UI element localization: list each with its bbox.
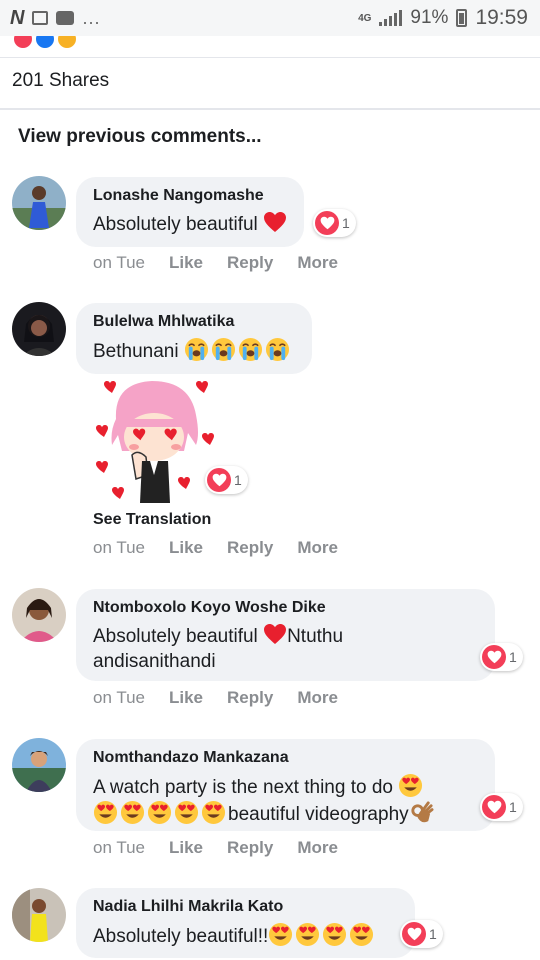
- heart-eyes-emoji-icon: [147, 800, 172, 825]
- like-button[interactable]: Like: [169, 838, 203, 858]
- commenter-name[interactable]: Lonashe Nangomashe: [93, 186, 287, 206]
- reaction-summary[interactable]: [0, 36, 540, 58]
- reaction-count: 1: [342, 215, 350, 231]
- love-reaction-icon: [207, 468, 231, 492]
- comment-time: on Tue: [93, 838, 145, 857]
- reply-button[interactable]: Reply: [227, 538, 273, 558]
- heart-eyes-emoji-icon: [398, 773, 423, 798]
- avatar[interactable]: [12, 738, 66, 792]
- avatar[interactable]: [12, 176, 66, 230]
- divider: [0, 108, 540, 110]
- shares-count[interactable]: 201 Shares: [12, 70, 109, 92]
- battery-icon: [456, 9, 468, 27]
- like-reaction-icon: [34, 36, 56, 50]
- love-reaction-icon: [402, 922, 426, 946]
- comment-bubble: Nadia Lhilhi Makrila Kato Absolutely bea…: [76, 888, 415, 958]
- comment-text: Absolutely beautiful: [93, 211, 287, 237]
- crying-emoji-icon: [238, 337, 263, 362]
- comment-bubble: Lonashe Nangomashe Absolutely beautiful: [76, 177, 305, 247]
- avatar[interactable]: [12, 588, 66, 642]
- love-reaction-icon: [482, 645, 506, 669]
- network-type: 4G: [358, 12, 372, 24]
- comment-bubble: Bulelwa Mhlwatika Bethunani: [76, 303, 312, 374]
- comment-text: Bethunani: [93, 337, 292, 364]
- heart-eyes-emoji-icon: [322, 922, 347, 947]
- comment-time: on Tue: [93, 253, 145, 272]
- commenter-name[interactable]: Nomthandazo Mankazana: [93, 748, 478, 768]
- reaction-badge[interactable]: 1: [205, 466, 248, 494]
- like-button[interactable]: Like: [169, 538, 203, 558]
- reaction-count: 1: [234, 472, 242, 488]
- status-bar: N ... 4G 91% 19:59: [0, 0, 540, 36]
- love-reaction-icon: [12, 36, 34, 50]
- heart-eyes-emoji-icon: [120, 800, 145, 825]
- comment-actions: on Tue Like Reply More: [93, 838, 362, 858]
- reaction-count: 1: [509, 799, 517, 815]
- more-button[interactable]: More: [297, 538, 338, 558]
- comment-actions: on Tue Like Reply More: [93, 538, 362, 558]
- more-notifications-icon: ...: [82, 7, 101, 28]
- message-notification-icon: [56, 11, 75, 25]
- love-reaction-icon: [482, 795, 506, 819]
- more-button[interactable]: More: [297, 253, 338, 273]
- battery-percent: 91%: [410, 7, 449, 28]
- reaction-count: 1: [429, 926, 437, 942]
- view-previous-comments-link[interactable]: View previous comments...: [18, 126, 262, 148]
- reaction-count: 1: [509, 649, 517, 665]
- crying-emoji-icon: [184, 337, 209, 362]
- reaction-badge[interactable]: 1: [480, 793, 523, 821]
- heart-eyes-emoji-icon: [349, 922, 374, 947]
- signal-icon: [379, 10, 403, 26]
- heart-eyes-emoji-icon: [93, 800, 118, 825]
- more-button[interactable]: More: [297, 688, 338, 708]
- haha-reaction-icon: [56, 36, 78, 50]
- crying-emoji-icon: [265, 337, 290, 362]
- reply-button[interactable]: Reply: [227, 838, 273, 858]
- comment-actions: on Tue Like Reply More: [93, 253, 362, 273]
- red-heart-emoji-icon: [263, 211, 287, 233]
- like-button[interactable]: Like: [169, 253, 203, 273]
- comment-bubble: Nomthandazo Mankazana A watch party is t…: [76, 739, 495, 831]
- comment-time: on Tue: [93, 688, 145, 707]
- comment-time: on Tue: [93, 538, 145, 557]
- heart-eyes-emoji-icon: [201, 800, 226, 825]
- ok-hand-emoji-icon: [409, 800, 434, 825]
- commenter-name[interactable]: Ntomboxolo Koyo Woshe Dike: [93, 598, 478, 618]
- see-translation-link[interactable]: See Translation: [93, 511, 211, 529]
- comment-actions: on Tue Like Reply More: [93, 688, 362, 708]
- heart-eyes-emoji-icon: [268, 922, 293, 947]
- crying-emoji-icon: [211, 337, 236, 362]
- comment-text: Absolutely beautiful!!: [93, 922, 398, 949]
- avatar[interactable]: [12, 302, 66, 356]
- reply-button[interactable]: Reply: [227, 688, 273, 708]
- red-heart-emoji-icon: [263, 623, 287, 645]
- love-reaction-icon: [315, 211, 339, 235]
- commenter-name[interactable]: Nadia Lhilhi Makrila Kato: [93, 897, 398, 917]
- n-app-icon: N: [10, 6, 25, 29]
- heart-eyes-emoji-icon: [174, 800, 199, 825]
- reaction-badge[interactable]: 1: [313, 209, 356, 237]
- comment-bubble: Ntomboxolo Koyo Woshe Dike Absolutely be…: [76, 589, 495, 681]
- comment-text: Absolutely beautiful Ntuthu andisanithand…: [93, 623, 478, 674]
- comment-text: A watch party is the next thing to do be…: [93, 773, 478, 827]
- clock: 19:59: [475, 6, 528, 29]
- avatar[interactable]: [12, 888, 66, 942]
- reaction-badge[interactable]: 1: [400, 920, 443, 948]
- like-button[interactable]: Like: [169, 688, 203, 708]
- reply-button[interactable]: Reply: [227, 253, 273, 273]
- reaction-badge[interactable]: 1: [480, 643, 523, 671]
- commenter-name[interactable]: Bulelwa Mhlwatika: [93, 312, 292, 332]
- heart-eyes-emoji-icon: [295, 922, 320, 947]
- image-notification-icon: [32, 11, 49, 25]
- more-button[interactable]: More: [297, 838, 338, 858]
